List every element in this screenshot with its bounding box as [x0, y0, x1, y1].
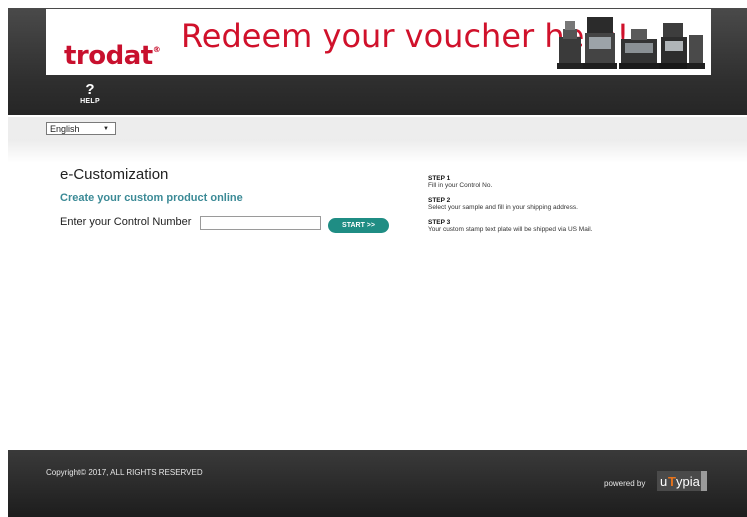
- step-heading: STEP 1: [428, 175, 451, 182]
- page-title: e-Customization: [60, 166, 169, 183]
- language-select[interactable]: English ▼: [46, 122, 116, 135]
- control-number-input[interactable]: [200, 216, 321, 230]
- trodat-logo: trodat®: [64, 41, 161, 71]
- step-text: Fill in your Control No.: [428, 182, 493, 189]
- copyright-text: Copyright© 2017, ALL RIGHTS RESERVED: [46, 468, 203, 477]
- help-icon: ?: [85, 81, 95, 98]
- logo-text: trodat: [64, 41, 153, 71]
- step-heading: STEP 3: [428, 219, 451, 226]
- help-button[interactable]: ? HELP: [78, 82, 102, 105]
- svg-text:T: T: [668, 474, 676, 489]
- dropdown-arrow-icon: ▼: [103, 126, 109, 132]
- page-subtitle: Create your custom product online: [60, 192, 243, 204]
- step-text: Select your sample and fill in your ship…: [428, 204, 578, 211]
- step-1: STEP 1 Fill in your Control No.: [428, 175, 708, 190]
- svg-text:ypia: ypia: [676, 474, 701, 489]
- language-bar: [8, 117, 747, 139]
- step-2: STEP 2 Select your sample and fill in yo…: [428, 197, 708, 212]
- step-heading: STEP 2: [428, 197, 451, 204]
- svg-text:u: u: [660, 474, 667, 489]
- powered-by-label: powered by: [604, 479, 646, 488]
- start-button[interactable]: START >>: [328, 218, 389, 233]
- content-top-gradient: [8, 139, 747, 163]
- stamp-products-image: [557, 17, 705, 69]
- voucher-banner[interactable]: trodat® Redeem your voucher here!: [46, 9, 711, 75]
- utypia-logo[interactable]: u T ypia: [657, 471, 707, 491]
- control-number-label: Enter your Control Number: [60, 216, 192, 228]
- step-3: STEP 3 Your custom stamp text plate will…: [428, 219, 708, 234]
- help-label: HELP: [80, 98, 100, 105]
- language-selected-value: English: [50, 124, 80, 134]
- step-text: Your custom stamp text plate will be shi…: [428, 226, 593, 233]
- registered-mark: ®: [152, 45, 161, 54]
- steps-panel: STEP 1 Fill in your Control No. STEP 2 S…: [428, 175, 708, 241]
